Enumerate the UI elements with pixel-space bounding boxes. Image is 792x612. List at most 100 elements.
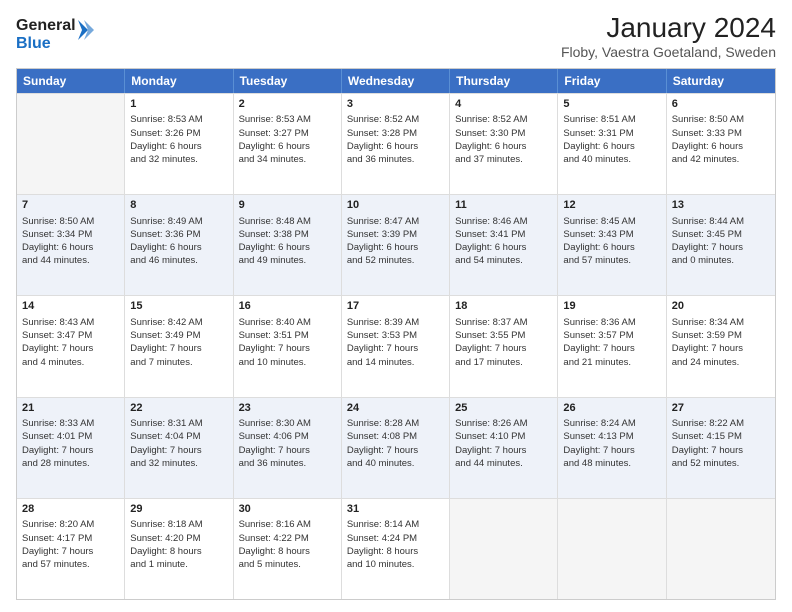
day-info-line: Sunset: 3:38 PM <box>239 228 336 241</box>
day-info-line: Daylight: 6 hours <box>455 241 552 254</box>
day-cell-29: 29Sunrise: 8:18 AMSunset: 4:20 PMDayligh… <box>125 499 233 599</box>
day-info-line: Sunset: 3:33 PM <box>672 127 770 140</box>
day-info-line: Daylight: 7 hours <box>672 342 770 355</box>
day-cell-28: 28Sunrise: 8:20 AMSunset: 4:17 PMDayligh… <box>17 499 125 599</box>
day-info-line: Sunrise: 8:33 AM <box>22 417 119 430</box>
day-info-line: Sunset: 3:39 PM <box>347 228 444 241</box>
day-info-line: Sunrise: 8:50 AM <box>672 113 770 126</box>
day-info-line: Sunset: 4:13 PM <box>563 430 660 443</box>
day-info-line: and 36 minutes. <box>239 457 336 470</box>
day-info-line: Daylight: 7 hours <box>455 444 552 457</box>
day-info-line: Sunset: 3:36 PM <box>130 228 227 241</box>
day-info-line: Sunrise: 8:34 AM <box>672 316 770 329</box>
day-number: 31 <box>347 502 444 517</box>
day-number: 1 <box>130 97 227 112</box>
day-info-line: Sunrise: 8:36 AM <box>563 316 660 329</box>
day-number: 29 <box>130 502 227 517</box>
day-info-line: Daylight: 7 hours <box>347 342 444 355</box>
calendar: SundayMondayTuesdayWednesdayThursdayFrid… <box>16 68 776 600</box>
weekday-header-wednesday: Wednesday <box>342 69 450 93</box>
day-info-line: Sunset: 4:22 PM <box>239 532 336 545</box>
day-number: 7 <box>22 198 119 213</box>
day-info-line: Sunrise: 8:50 AM <box>22 215 119 228</box>
day-info-line: Sunset: 3:28 PM <box>347 127 444 140</box>
day-cell-30: 30Sunrise: 8:16 AMSunset: 4:22 PMDayligh… <box>234 499 342 599</box>
day-cell-10: 10Sunrise: 8:47 AMSunset: 3:39 PMDayligh… <box>342 195 450 295</box>
day-info-line: Sunset: 4:01 PM <box>22 430 119 443</box>
calendar-row-3: 14Sunrise: 8:43 AMSunset: 3:47 PMDayligh… <box>17 295 775 396</box>
day-info-line: Daylight: 7 hours <box>347 444 444 457</box>
day-info-line: Sunrise: 8:14 AM <box>347 518 444 531</box>
day-number: 24 <box>347 401 444 416</box>
day-info-line: Sunset: 4:06 PM <box>239 430 336 443</box>
empty-cell <box>17 94 125 194</box>
calendar-header: SundayMondayTuesdayWednesdayThursdayFrid… <box>17 69 775 93</box>
day-info-line: Sunset: 4:15 PM <box>672 430 770 443</box>
day-info-line: and 0 minutes. <box>672 254 770 267</box>
day-info-line: Daylight: 6 hours <box>347 241 444 254</box>
day-info-line: Sunrise: 8:16 AM <box>239 518 336 531</box>
day-cell-3: 3Sunrise: 8:52 AMSunset: 3:28 PMDaylight… <box>342 94 450 194</box>
day-info-line: and 14 minutes. <box>347 356 444 369</box>
day-cell-31: 31Sunrise: 8:14 AMSunset: 4:24 PMDayligh… <box>342 499 450 599</box>
day-number: 13 <box>672 198 770 213</box>
day-info-line: Sunset: 3:26 PM <box>130 127 227 140</box>
day-info-line: Sunrise: 8:44 AM <box>672 215 770 228</box>
empty-cell <box>558 499 666 599</box>
day-cell-7: 7 Sunrise: 8:50 AMSunset: 3:34 PMDaylight… <box>17 195 125 295</box>
day-info-line: Sunset: 3:59 PM <box>672 329 770 342</box>
day-number: 19 <box>563 299 660 314</box>
day-info-line: Sunrise: 8:28 AM <box>347 417 444 430</box>
day-info-line: Sunset: 3:34 PM <box>22 228 119 241</box>
weekday-header-saturday: Saturday <box>667 69 775 93</box>
day-cell-8: 8Sunrise: 8:49 AMSunset: 3:36 PMDaylight… <box>125 195 233 295</box>
day-cell-11: 11Sunrise: 8:46 AMSunset: 3:41 PMDayligh… <box>450 195 558 295</box>
day-info-line: and 40 minutes. <box>347 457 444 470</box>
day-info-line: and 32 minutes. <box>130 153 227 166</box>
day-number: 27 <box>672 401 770 416</box>
day-info-line: and 17 minutes. <box>455 356 552 369</box>
day-info-line: Sunrise: 8:53 AM <box>130 113 227 126</box>
day-number: 4 <box>455 97 552 112</box>
day-info-line: Sunset: 3:53 PM <box>347 329 444 342</box>
svg-text:Blue: Blue <box>16 35 51 52</box>
day-info-line: Sunset: 3:47 PM <box>22 329 119 342</box>
day-cell-15: 15Sunrise: 8:42 AMSunset: 3:49 PMDayligh… <box>125 296 233 396</box>
logo-icon: General Blue <box>16 12 96 56</box>
day-info-line: and 34 minutes. <box>239 153 336 166</box>
day-info-line: Sunrise: 8:47 AM <box>347 215 444 228</box>
day-cell-22: 22Sunrise: 8:31 AMSunset: 4:04 PMDayligh… <box>125 398 233 498</box>
day-cell-14: 14Sunrise: 8:43 AMSunset: 3:47 PMDayligh… <box>17 296 125 396</box>
title-block: January 2024 Floby, Vaestra Goetaland, S… <box>561 12 776 60</box>
day-info-line: Daylight: 6 hours <box>22 241 119 254</box>
day-info-line: Daylight: 8 hours <box>130 545 227 558</box>
day-info-line: Sunset: 3:55 PM <box>455 329 552 342</box>
day-cell-27: 27Sunrise: 8:22 AMSunset: 4:15 PMDayligh… <box>667 398 775 498</box>
day-info-line: Daylight: 7 hours <box>239 444 336 457</box>
day-cell-19: 19Sunrise: 8:36 AMSunset: 3:57 PMDayligh… <box>558 296 666 396</box>
page-title: January 2024 <box>561 12 776 44</box>
day-info-line: Sunrise: 8:46 AM <box>455 215 552 228</box>
weekday-header-monday: Monday <box>125 69 233 93</box>
day-info-line: Daylight: 6 hours <box>130 241 227 254</box>
day-info-line: and 57 minutes. <box>22 558 119 571</box>
day-cell-26: 26Sunrise: 8:24 AMSunset: 4:13 PMDayligh… <box>558 398 666 498</box>
day-info-line: Sunrise: 8:53 AM <box>239 113 336 126</box>
day-info-line: Daylight: 8 hours <box>239 545 336 558</box>
calendar-row-5: 28Sunrise: 8:20 AMSunset: 4:17 PMDayligh… <box>17 498 775 599</box>
day-cell-16: 16Sunrise: 8:40 AMSunset: 3:51 PMDayligh… <box>234 296 342 396</box>
day-info-line: and 37 minutes. <box>455 153 552 166</box>
day-info-line: Sunrise: 8:42 AM <box>130 316 227 329</box>
day-cell-18: 18Sunrise: 8:37 AMSunset: 3:55 PMDayligh… <box>450 296 558 396</box>
day-info-line: Sunset: 3:51 PM <box>239 329 336 342</box>
calendar-row-4: 21Sunrise: 8:33 AMSunset: 4:01 PMDayligh… <box>17 397 775 498</box>
day-info-line: Sunrise: 8:40 AM <box>239 316 336 329</box>
day-cell-4: 4Sunrise: 8:52 AMSunset: 3:30 PMDaylight… <box>450 94 558 194</box>
day-info-line: Daylight: 7 hours <box>22 444 119 457</box>
weekday-header-friday: Friday <box>558 69 666 93</box>
day-cell-13: 13Sunrise: 8:44 AMSunset: 3:45 PMDayligh… <box>667 195 775 295</box>
day-info-line: Sunset: 4:24 PM <box>347 532 444 545</box>
day-info-line: and 57 minutes. <box>563 254 660 267</box>
day-info-line: Daylight: 6 hours <box>347 140 444 153</box>
day-cell-1: 1Sunrise: 8:53 AMSunset: 3:26 PMDaylight… <box>125 94 233 194</box>
